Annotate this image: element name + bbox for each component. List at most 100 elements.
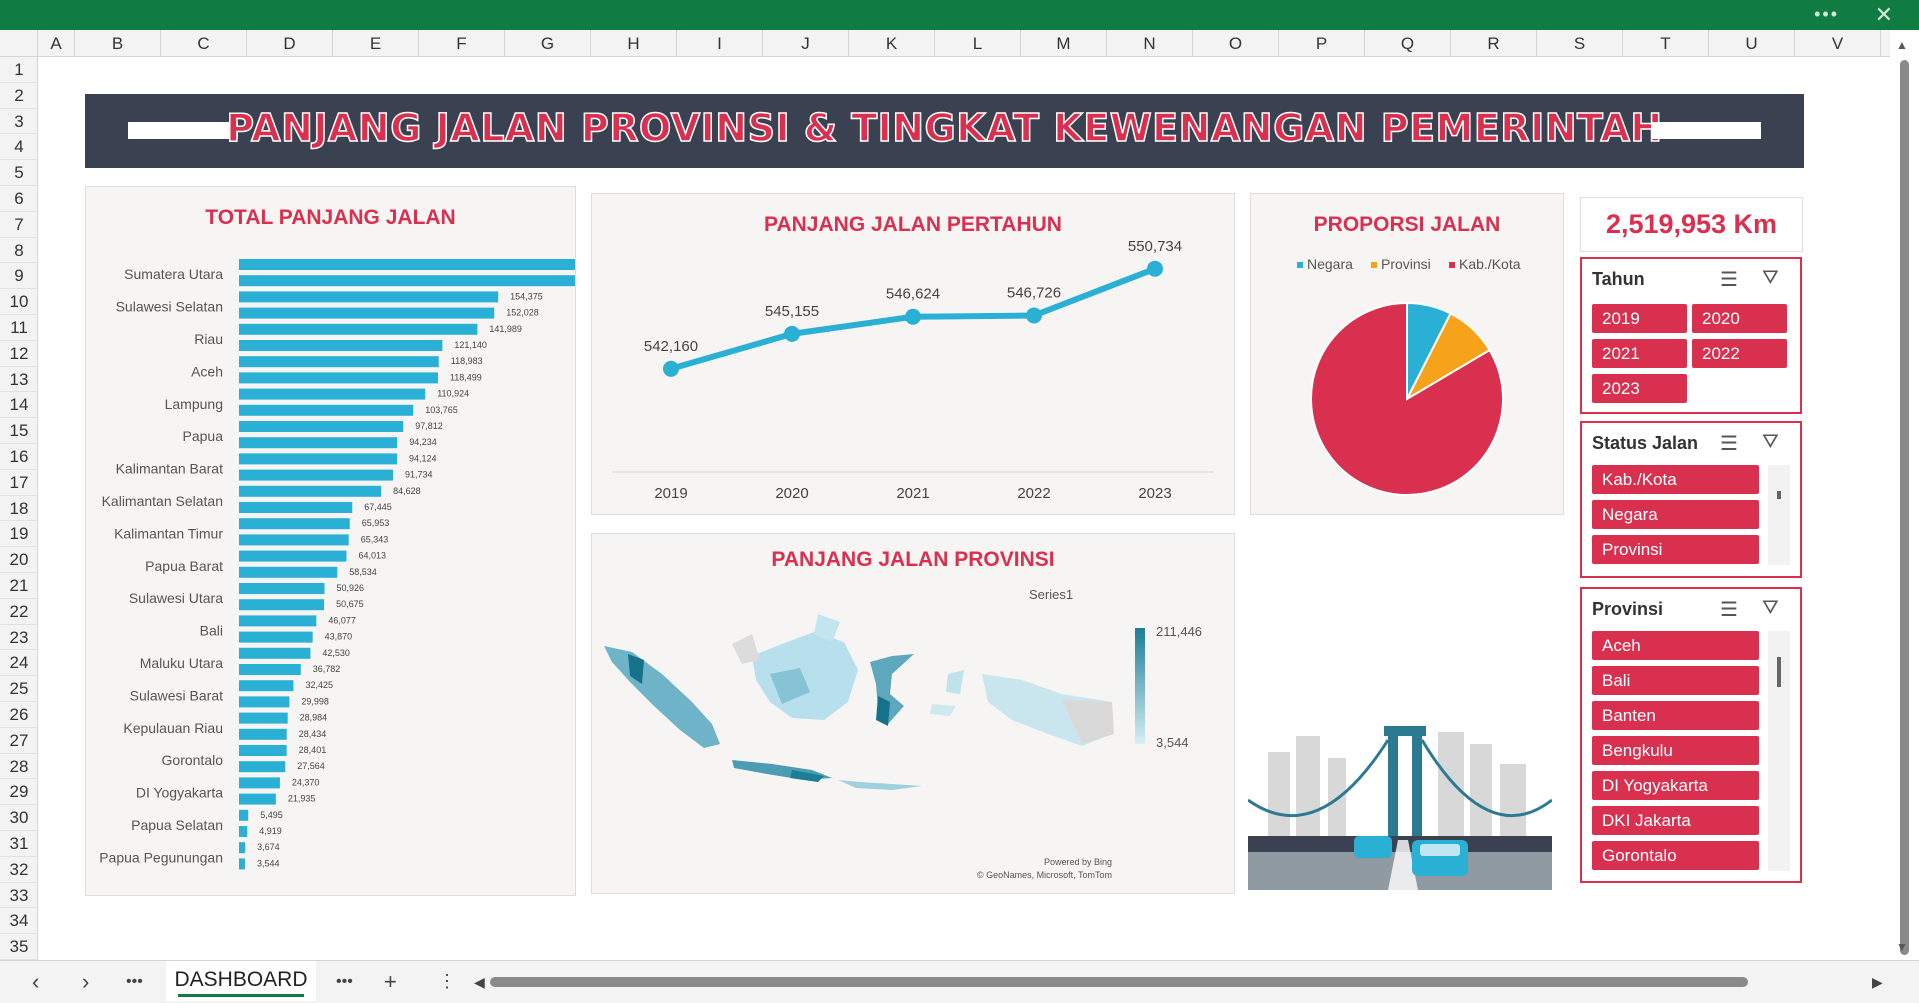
row-header-18[interactable]: 18 xyxy=(0,496,38,522)
slicer-tahun-2022[interactable]: 2022 xyxy=(1692,339,1787,368)
row-header-17[interactable]: 17 xyxy=(0,470,38,496)
slicer-tahun[interactable]: Tahun ☰ ⛛ 2019 2020 2021 2022 2023 xyxy=(1580,257,1802,414)
slicer-status-kab-kota[interactable]: Kab./Kota xyxy=(1592,465,1759,494)
slicer-status-provinsi[interactable]: Provinsi xyxy=(1592,535,1759,564)
slicer-provinsi-aceh[interactable]: Aceh xyxy=(1592,631,1759,660)
column-header-s[interactable]: S xyxy=(1537,30,1623,57)
multi-select-icon[interactable]: ☰ xyxy=(1720,597,1738,622)
row-header-2[interactable]: 2 xyxy=(0,83,38,109)
column-header-d[interactable]: D xyxy=(247,30,333,57)
column-header-l[interactable]: L xyxy=(935,30,1021,57)
scroll-up-icon[interactable]: ▲ xyxy=(1896,38,1908,52)
row-header-26[interactable]: 26 xyxy=(0,702,38,728)
column-header-m[interactable]: M xyxy=(1021,30,1107,57)
column-header-j[interactable]: J xyxy=(763,30,849,57)
column-header-t[interactable]: T xyxy=(1623,30,1709,57)
row-header-25[interactable]: 25 xyxy=(0,676,38,702)
multi-select-icon[interactable]: ☰ xyxy=(1720,267,1738,292)
slicer-status-jalan[interactable]: Status Jalan ☰ ⛛ Kab./Kota Negara Provin… xyxy=(1580,421,1802,578)
clear-filter-icon[interactable]: ⛛ xyxy=(1762,597,1779,620)
row-header-14[interactable]: 14 xyxy=(0,392,38,419)
row-header-4[interactable]: 4 xyxy=(0,134,38,161)
total-panjang-jalan-panel[interactable]: TOTAL PANJANG JALAN 211,446203,827154,37… xyxy=(85,186,576,896)
column-header-p[interactable]: P xyxy=(1279,30,1365,57)
clear-filter-icon[interactable]: ⛛ xyxy=(1762,267,1779,290)
row-header-16[interactable]: 16 xyxy=(0,444,38,470)
row-header-12[interactable]: 12 xyxy=(0,341,38,367)
slicer-provinsi-banten[interactable]: Banten xyxy=(1592,701,1759,730)
slicer-provinsi[interactable]: Provinsi ☰ ⛛ Aceh Bali Banten Bengkulu D… xyxy=(1580,587,1802,883)
slicer-provinsi-dki-jakarta[interactable]: DKI Jakarta xyxy=(1592,806,1759,835)
column-header-b[interactable]: B xyxy=(75,30,161,57)
row-header-29[interactable]: 29 xyxy=(0,779,38,806)
close-icon[interactable]: ✕ xyxy=(1875,2,1893,28)
slicer-provinsi-scrollbar[interactable] xyxy=(1768,631,1790,871)
row-header-5[interactable]: 5 xyxy=(0,160,38,186)
row-header-35[interactable]: 35 xyxy=(0,934,38,960)
row-header-7[interactable]: 7 xyxy=(0,212,38,238)
more-options-icon[interactable]: ••• xyxy=(1814,4,1839,25)
column-header-q[interactable]: Q xyxy=(1365,30,1451,57)
row-header-33[interactable]: 33 xyxy=(0,883,38,909)
row-header-10[interactable]: 10 xyxy=(0,289,38,315)
scroll-left-icon[interactable]: ◀ xyxy=(474,974,485,991)
panjang-jalan-provinsi-panel[interactable]: PANJANG JALAN PROVINSI Series1 211,446 3… xyxy=(591,533,1235,894)
row-header-6[interactable]: 6 xyxy=(0,186,38,212)
column-header-r[interactable]: R xyxy=(1451,30,1537,57)
row-header-27[interactable]: 27 xyxy=(0,728,38,754)
row-header-20[interactable]: 20 xyxy=(0,547,38,573)
row-header-11[interactable]: 11 xyxy=(0,315,38,341)
column-header-a[interactable]: A xyxy=(38,30,75,57)
slicer-tahun-2021[interactable]: 2021 xyxy=(1592,339,1687,368)
row-header-22[interactable]: 22 xyxy=(0,599,38,625)
horizontal-scrollbar[interactable] xyxy=(490,977,1748,987)
column-header-n[interactable]: N xyxy=(1107,30,1193,57)
row-header-21[interactable]: 21 xyxy=(0,573,38,599)
slicer-provinsi-bali[interactable]: Bali xyxy=(1592,666,1759,695)
row-header-9[interactable]: 9 xyxy=(0,263,38,290)
clear-filter-icon[interactable]: ⛛ xyxy=(1762,431,1779,454)
row-header-32[interactable]: 32 xyxy=(0,857,38,883)
tab-dashboard[interactable]: DASHBOARD xyxy=(166,961,316,1001)
scroll-down-icon[interactable]: ▼ xyxy=(1896,940,1908,954)
vertical-scrollbar[interactable]: ▲ ▼ xyxy=(1890,30,1919,960)
multi-select-icon[interactable]: ☰ xyxy=(1720,431,1738,456)
slicer-tahun-2023[interactable]: 2023 xyxy=(1592,374,1687,403)
slicer-tahun-2020[interactable]: 2020 xyxy=(1692,304,1787,333)
column-header-i[interactable]: I xyxy=(677,30,763,57)
add-sheet-icon[interactable]: + xyxy=(384,969,397,995)
select-all-corner[interactable] xyxy=(0,30,38,57)
column-header-g[interactable]: G xyxy=(505,30,591,57)
vertical-scroll-thumb[interactable] xyxy=(1900,60,1909,955)
row-header-24[interactable]: 24 xyxy=(0,650,38,677)
column-header-o[interactable]: O xyxy=(1193,30,1279,57)
row-header-15[interactable]: 15 xyxy=(0,418,38,444)
row-header-13[interactable]: 13 xyxy=(0,367,38,393)
column-header-h[interactable]: H xyxy=(591,30,677,57)
prev-sheet-icon[interactable]: ‹ xyxy=(32,969,39,995)
panjang-jalan-pertahun-panel[interactable]: PANJANG JALAN PERTAHUN 542,160 2019 545,15… xyxy=(591,193,1235,515)
column-header-k[interactable]: K xyxy=(849,30,935,57)
row-header-23[interactable]: 23 xyxy=(0,625,38,651)
row-header-28[interactable]: 28 xyxy=(0,754,38,780)
row-header-19[interactable]: 19 xyxy=(0,521,38,548)
proporsi-jalan-panel[interactable]: PROPORSI JALAN Negara Provinsi Kab./Kota xyxy=(1250,193,1564,515)
slicer-provinsi-di-yogyakarta[interactable]: DI Yogyakarta xyxy=(1592,771,1759,800)
column-header-f[interactable]: F xyxy=(419,30,505,57)
row-header-31[interactable]: 31 xyxy=(0,831,38,857)
sheet-menu-icon[interactable]: ⋮ xyxy=(438,971,456,992)
row-header-1[interactable]: 1 xyxy=(0,57,38,83)
column-header-v[interactable]: V xyxy=(1795,30,1881,57)
slicer-status-negara[interactable]: Negara xyxy=(1592,500,1759,529)
row-header-3[interactable]: 3 xyxy=(0,109,38,135)
column-header-c[interactable]: C xyxy=(161,30,247,57)
slicer-provinsi-gorontalo[interactable]: Gorontalo xyxy=(1592,841,1759,870)
row-header-34[interactable]: 34 xyxy=(0,908,38,935)
column-header-e[interactable]: E xyxy=(333,30,419,57)
slicer-tahun-2019[interactable]: 2019 xyxy=(1592,304,1687,333)
more-sheets-icon[interactable]: ••• xyxy=(126,973,143,991)
column-header-u[interactable]: U xyxy=(1709,30,1795,57)
row-header-30[interactable]: 30 xyxy=(0,805,38,831)
slicer-status-scrollbar[interactable] xyxy=(1768,465,1790,565)
next-sheet-icon[interactable]: › xyxy=(82,969,89,995)
